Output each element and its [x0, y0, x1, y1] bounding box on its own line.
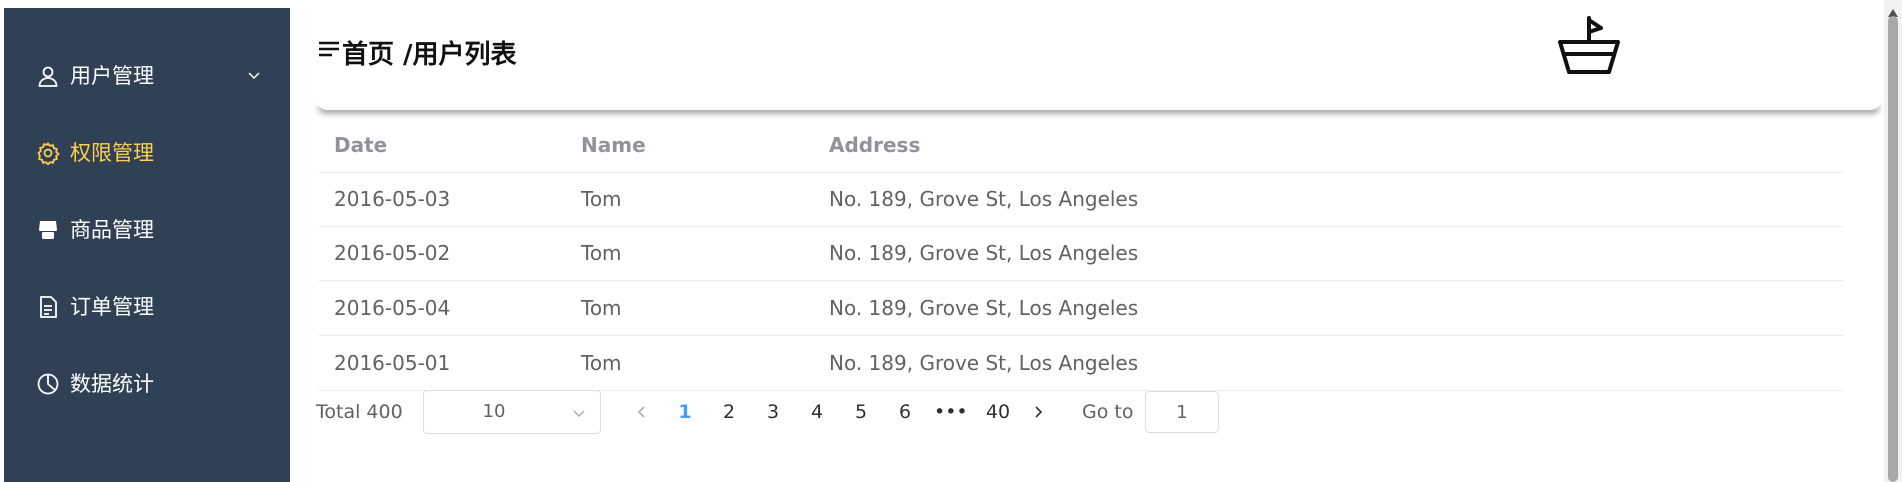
- sidebar-item-data-statistics[interactable]: 数据统计: [4, 351, 290, 415]
- cell-date: 2016-05-04: [334, 296, 451, 320]
- column-header-name[interactable]: Name: [581, 118, 646, 172]
- cell-address: No. 189, Grove St, Los Angeles: [829, 241, 1139, 265]
- sidebar-item-label: 商品管理: [70, 218, 154, 242]
- document-icon: [36, 295, 60, 319]
- page-size-value: 10: [482, 401, 506, 422]
- page-number-button[interactable]: 3: [758, 390, 788, 434]
- chevron-down-icon: [572, 405, 586, 419]
- scroll-up-arrow-icon[interactable]: [1888, 2, 1898, 17]
- cell-name: Tom: [581, 187, 622, 211]
- table-row[interactable]: 2016-05-03 Tom No. 189, Grove St, Los An…: [318, 172, 1844, 227]
- cell-address: No. 189, Grove St, Los Angeles: [829, 351, 1139, 375]
- goto-page-input[interactable]: [1145, 391, 1219, 433]
- sidebar-item-label: 权限管理: [70, 141, 154, 165]
- sidebar-item-label: 订单管理: [70, 295, 154, 319]
- pie-chart-icon: [36, 372, 60, 396]
- sidebar: 用户管理 权限管理 商品管理 订单管理 数据统计: [4, 8, 290, 482]
- sidebar-item-label: 数据统计: [70, 372, 154, 396]
- more-pages-button[interactable]: •••: [934, 390, 968, 434]
- table-row[interactable]: 2016-05-04 Tom No. 189, Grove St, Los An…: [318, 281, 1844, 336]
- boat-logo-icon: [1556, 16, 1622, 74]
- cell-name: Tom: [581, 351, 622, 375]
- vertical-scrollbar[interactable]: [1884, 0, 1902, 482]
- page-number-button[interactable]: 1: [670, 390, 700, 434]
- gear-icon: [36, 141, 60, 165]
- cell-date: 2016-05-02: [334, 241, 451, 265]
- page-number-button[interactable]: 5: [846, 390, 876, 434]
- pagination-total: Total 400: [316, 401, 403, 423]
- sidebar-item-user-management[interactable]: 用户管理: [4, 43, 290, 107]
- cell-date: 2016-05-03: [334, 187, 451, 211]
- scrollbar-thumb[interactable]: [1888, 16, 1898, 482]
- cell-date: 2016-05-01: [334, 351, 451, 375]
- header-shadow: [316, 98, 1882, 110]
- table-row[interactable]: 2016-05-01 Tom No. 189, Grove St, Los An…: [318, 336, 1844, 391]
- user-icon: [36, 64, 60, 88]
- cell-address: No. 189, Grove St, Los Angeles: [829, 187, 1139, 211]
- column-header-address[interactable]: Address: [829, 118, 920, 172]
- sidebar-item-permission-management[interactable]: 权限管理: [4, 120, 290, 184]
- breadcrumb: 首页 /用户列表: [342, 40, 517, 70]
- page-number-button[interactable]: 6: [890, 390, 920, 434]
- sidebar-item-product-management[interactable]: 商品管理: [4, 197, 290, 261]
- page-number-button[interactable]: 4: [802, 390, 832, 434]
- chevron-down-icon: [246, 67, 262, 83]
- pagination: Total 400 10 1 2 3 4 5 6 ••• 40 Go to: [316, 390, 1416, 434]
- page-number-button[interactable]: 40: [978, 390, 1018, 434]
- sidebar-item-order-management[interactable]: 订单管理: [4, 274, 290, 338]
- prev-page-button[interactable]: [634, 404, 650, 420]
- table-row[interactable]: 2016-05-02 Tom No. 189, Grove St, Los An…: [318, 226, 1844, 281]
- cell-address: No. 189, Grove St, Los Angeles: [829, 296, 1139, 320]
- cell-name: Tom: [581, 241, 622, 265]
- sidebar-item-label: 用户管理: [70, 64, 154, 88]
- cell-name: Tom: [581, 296, 622, 320]
- table-header-row: Date Name Address: [318, 118, 1844, 173]
- page-size-select[interactable]: 10: [423, 390, 601, 434]
- page-number-button[interactable]: 2: [714, 390, 744, 434]
- hamburger-icon[interactable]: [318, 40, 340, 60]
- shop-icon: [36, 218, 60, 242]
- header: [290, 0, 1882, 104]
- next-page-button[interactable]: [1030, 404, 1046, 420]
- column-header-date[interactable]: Date: [334, 118, 387, 172]
- goto-label: Go to: [1082, 401, 1134, 423]
